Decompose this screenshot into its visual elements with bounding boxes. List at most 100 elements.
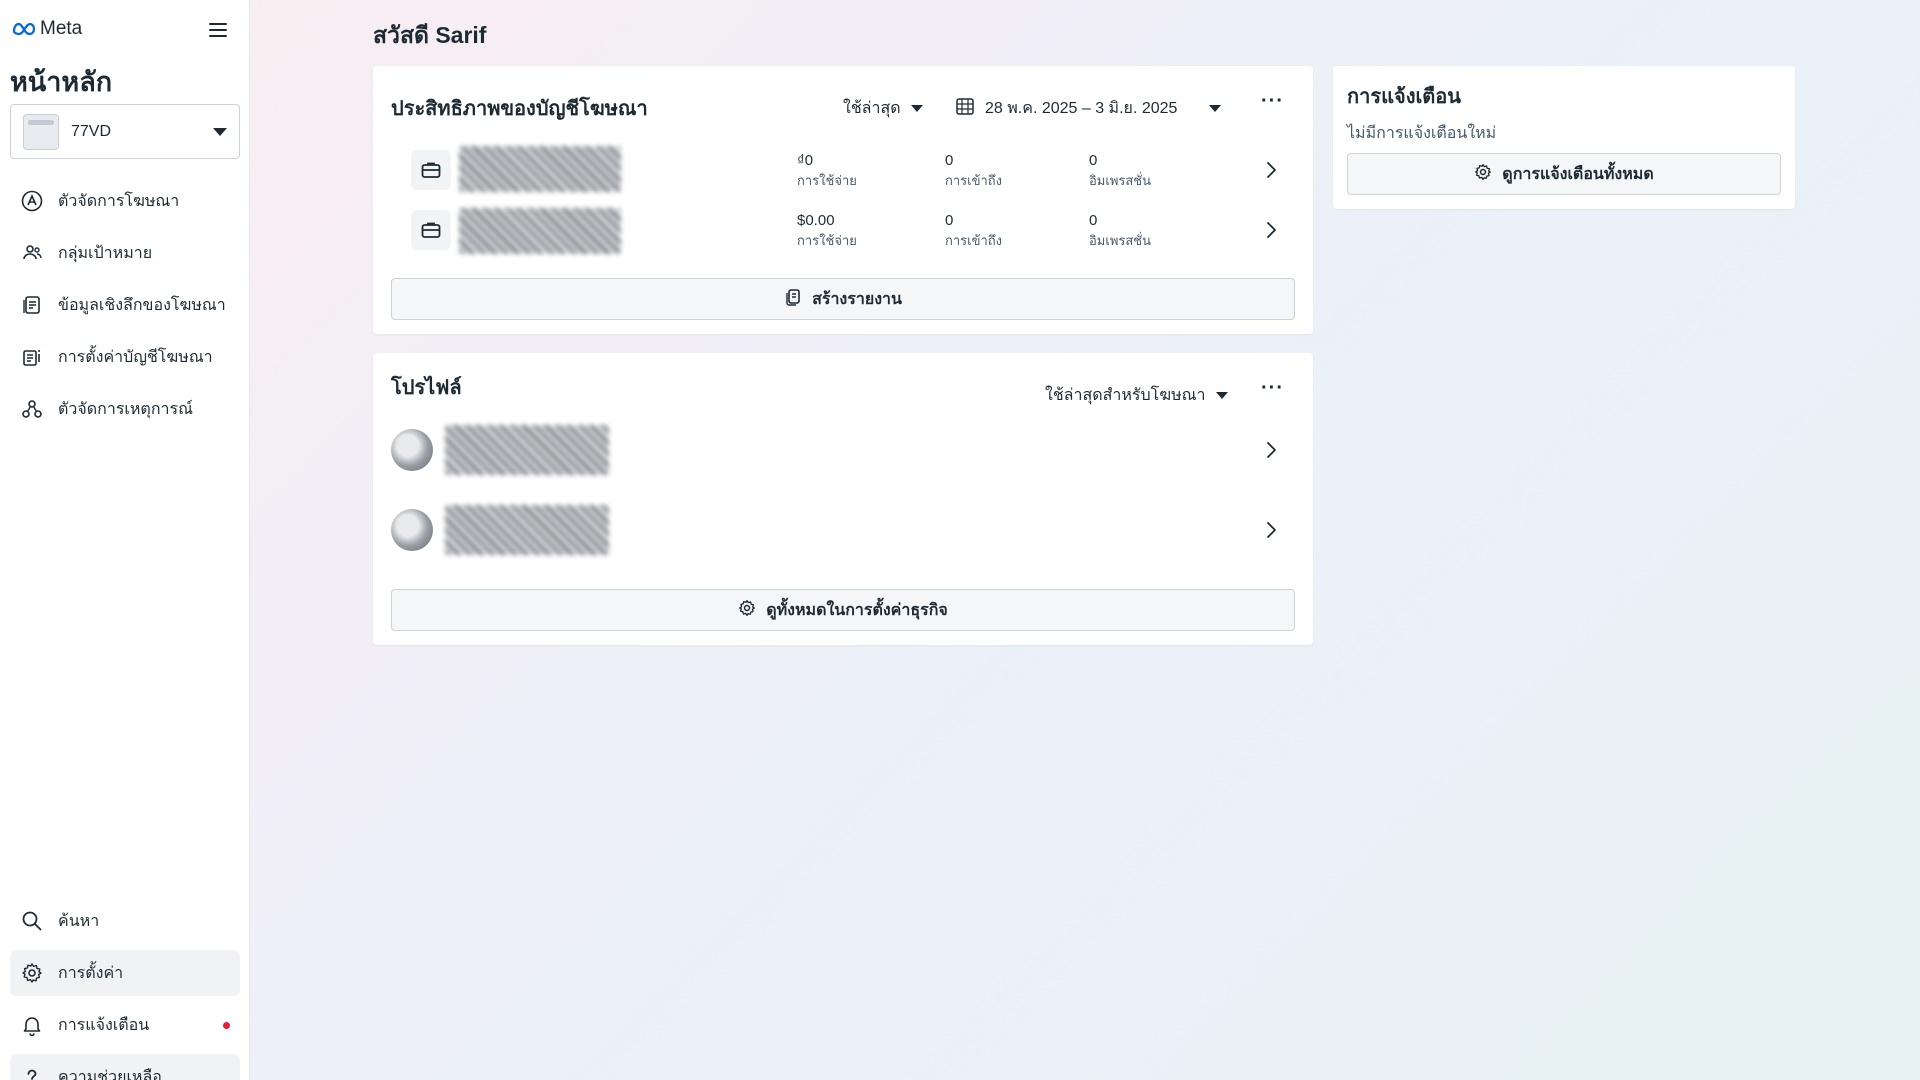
- date-range-picker[interactable]: 28 พ.ค. 2025 – 3 มิ.ย. 2025: [955, 96, 1222, 121]
- sidebar: Meta หน้าหลัก 77VD ตัวจัดการโฆษณา กลุ่มเ…: [0, 0, 250, 1080]
- create-report-label: สร้างรายงาน: [812, 290, 902, 308]
- notifications-card: การแจ้งเตือน ไม่มีการแจ้งเตือนใหม่ ดูการ…: [1333, 66, 1795, 209]
- caret-down-icon: [213, 127, 227, 136]
- ad-account-row[interactable]: ₫0 การใช้จ่าย 0 การเข้าถึง 0 อิมเพรสชั่น: [373, 144, 1313, 204]
- reach-metric: 0 การเข้าถึง: [945, 152, 1002, 191]
- sidebar-item-label: การตั้งค่าบัญชีโฆษณา: [58, 348, 213, 366]
- profile-row[interactable]: [373, 489, 1313, 569]
- sidebar-bottom-nav: ค้นหา การตั้งค่า การแจ้งเตือน ความช่วยเห…: [10, 898, 240, 1080]
- profile-name-redacted: [445, 425, 609, 475]
- spend-label: การใช้จ่าย: [797, 173, 857, 188]
- notifications-title: การแจ้งเตือน: [1347, 86, 1461, 108]
- sidebar-item-label: ค้นหา: [58, 912, 100, 930]
- spend-metric: ₫0 การใช้จ่าย: [797, 152, 857, 191]
- sidebar-item-label: ข้อมูลเชิงลึกของโฆษณา: [58, 296, 226, 314]
- date-range-label: 28 พ.ค. 2025 – 3 มิ.ย. 2025: [985, 100, 1178, 117]
- account-name-redacted: [459, 208, 621, 254]
- caret-down-icon: [1209, 105, 1222, 112]
- chevron-right-icon[interactable]: [1259, 158, 1283, 182]
- sidebar-item-label: ตัวจัดการโฆษณา: [58, 192, 180, 210]
- create-report-button[interactable]: สร้างรายงาน: [391, 278, 1295, 320]
- sidebar-item-label: กลุ่มเป้าหมาย: [58, 244, 153, 262]
- reach-label: การเข้าถึง: [945, 233, 1003, 248]
- reach-label: การเข้าถึง: [945, 173, 1003, 188]
- chevron-right-icon[interactable]: [1259, 518, 1283, 542]
- profiles-title: โปรไฟล์: [391, 377, 462, 399]
- account-name: 77VD: [71, 122, 112, 140]
- profile-name-redacted: [445, 505, 609, 555]
- meta-infinity-icon: [12, 22, 36, 36]
- meta-logo[interactable]: Meta: [12, 18, 82, 40]
- sidebar-item-help[interactable]: ความช่วยเหลือ: [10, 1054, 240, 1080]
- sidebar-item-events-manager[interactable]: ตัวจัดการเหตุการณ์: [10, 384, 240, 434]
- impressions-label: อิมเพรสชั่น: [1089, 173, 1152, 188]
- spend-label: การใช้จ่าย: [797, 233, 857, 248]
- profiles-recent-dropdown[interactable]: ใช้ล่าสุดสำหรับโฆษณา: [1045, 383, 1228, 408]
- sidebar-item-label: การตั้งค่า: [58, 964, 124, 982]
- no-notifications-text: ไม่มีการแจ้งเตือนใหม่: [1347, 125, 1497, 142]
- events-manager-icon: [20, 397, 44, 421]
- impressions-metric: 0 อิมเพรสชั่น: [1089, 152, 1151, 191]
- impressions-metric: 0 อิมเพรสชั่น: [1089, 212, 1151, 251]
- sidebar-item-notifications[interactable]: การแจ้งเตือน: [10, 1002, 240, 1048]
- sidebar-item-settings[interactable]: การตั้งค่า: [10, 950, 240, 996]
- briefcase-icon: [411, 150, 451, 190]
- profile-avatar: [391, 509, 433, 551]
- spend-metric: $0.00 การใช้จ่าย: [797, 212, 857, 251]
- impressions-value: 0: [1089, 212, 1098, 229]
- notification-dot: [223, 1021, 230, 1029]
- calendar-icon: [955, 96, 975, 121]
- view-all-notifications-label: ดูการแจ้งเตือนทั้งหมด: [1502, 165, 1654, 183]
- more-options-icon[interactable]: ···: [1261, 90, 1284, 113]
- audiences-icon: [20, 241, 44, 265]
- reach-value: 0: [945, 212, 954, 229]
- profiles-card: โปรไฟล์ ใช้ล่าสุดสำหรับโฆษณา ··· ดูทั้งห…: [373, 353, 1313, 645]
- sidebar-item-label: ตัวจัดการเหตุการณ์: [58, 400, 193, 418]
- sidebar-nav: ตัวจัดการโฆษณา กลุ่มเป้าหมาย ข้อมูลเชิงล…: [10, 176, 240, 436]
- profile-avatar: [391, 429, 433, 471]
- performance-title: ประสิทธิภาพของบัญชีโฆษณา: [391, 98, 648, 120]
- profiles-recent-label: ใช้ล่าสุดสำหรับโฆษณา: [1045, 387, 1206, 404]
- search-icon: [20, 909, 44, 933]
- account-avatar: [23, 113, 59, 150]
- greeting: สวัสดี Sarif: [373, 22, 487, 48]
- impressions-label: อิมเพรสชั่น: [1089, 233, 1152, 248]
- ad-account-performance-card: ประสิทธิภาพของบัญชีโฆษณา ใช้ล่าสุด 28 พ.…: [373, 66, 1313, 334]
- more-options-icon[interactable]: ···: [1261, 377, 1284, 400]
- sidebar-item-audiences[interactable]: กลุ่มเป้าหมาย: [10, 228, 240, 278]
- report-icon: [784, 288, 802, 311]
- view-all-notifications-button[interactable]: ดูการแจ้งเตือนทั้งหมด: [1347, 153, 1781, 195]
- help-icon: [20, 1065, 44, 1080]
- view-all-business-settings-label: ดูทั้งหมดในการตั้งค่าธุรกิจ: [766, 601, 948, 619]
- account-name-redacted: [459, 146, 621, 192]
- bell-icon: [20, 1013, 44, 1037]
- recent-filter-dropdown[interactable]: ใช้ล่าสุด: [843, 96, 923, 121]
- sidebar-item-search[interactable]: ค้นหา: [10, 898, 240, 944]
- sidebar-item-account-settings[interactable]: การตั้งค่าบัญชีโฆษณา: [10, 332, 240, 382]
- ad-account-row[interactable]: $0.00 การใช้จ่าย 0 การเข้าถึง 0 อิมเพรสช…: [373, 206, 1313, 266]
- impressions-value: 0: [1089, 152, 1098, 169]
- gear-icon: [738, 599, 756, 622]
- reach-metric: 0 การเข้าถึง: [945, 212, 1002, 251]
- chevron-right-icon[interactable]: [1259, 218, 1283, 242]
- sidebar-item-label: ความช่วยเหลือ: [58, 1068, 162, 1080]
- chevron-right-icon[interactable]: [1259, 438, 1283, 462]
- account-settings-icon: [20, 345, 44, 369]
- menu-icon[interactable]: [206, 18, 230, 42]
- caret-down-icon: [1215, 392, 1228, 399]
- account-selector[interactable]: 77VD: [10, 104, 240, 159]
- spend-value: $0.00: [797, 212, 835, 229]
- page-heading: หน้าหลัก: [10, 67, 113, 97]
- recent-filter-label: ใช้ล่าสุด: [843, 100, 901, 117]
- sidebar-item-ads-manager[interactable]: ตัวจัดการโฆษณา: [10, 176, 240, 226]
- sidebar-item-ad-insights[interactable]: ข้อมูลเชิงลึกของโฆษณา: [10, 280, 240, 330]
- insights-icon: [20, 293, 44, 317]
- view-all-business-settings-button[interactable]: ดูทั้งหมดในการตั้งค่าธุรกิจ: [391, 589, 1295, 631]
- caret-down-icon: [910, 105, 923, 112]
- ads-manager-icon: [20, 189, 44, 213]
- gear-icon: [1474, 163, 1492, 186]
- sidebar-item-label: การแจ้งเตือน: [58, 1016, 150, 1034]
- briefcase-icon: [411, 210, 451, 250]
- profile-row[interactable]: [373, 409, 1313, 489]
- gear-icon: [20, 961, 44, 985]
